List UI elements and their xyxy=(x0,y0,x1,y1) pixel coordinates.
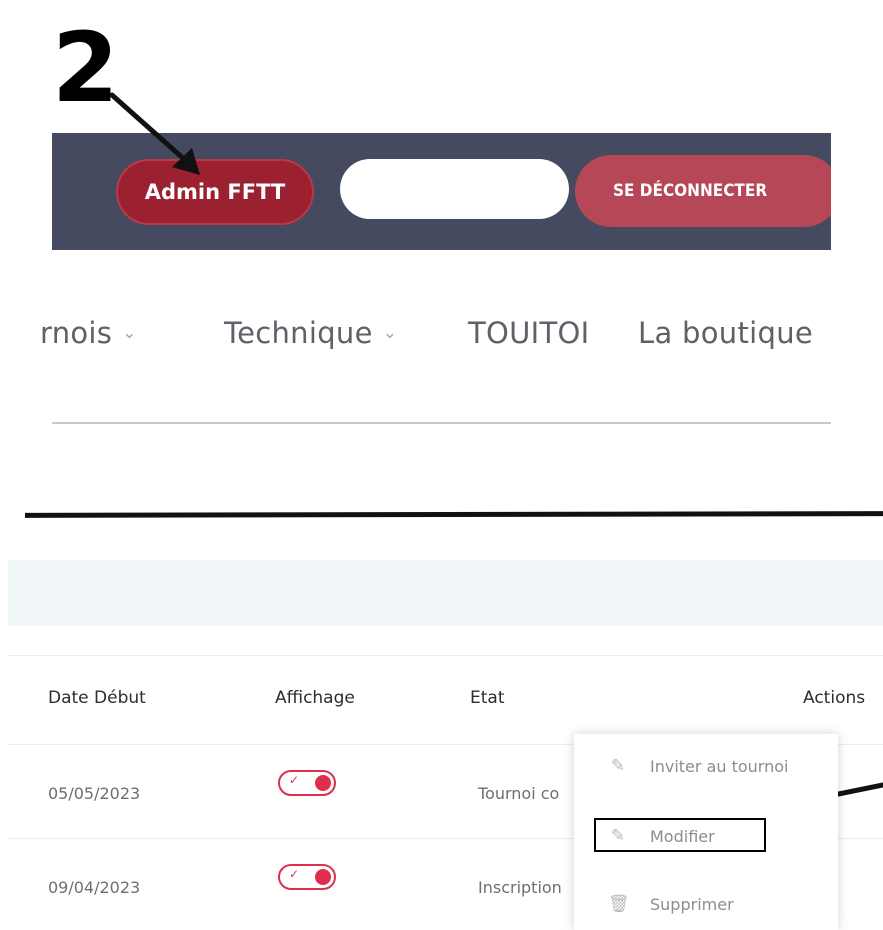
display-toggle[interactable]: ✓ xyxy=(278,864,336,890)
nav-item-label: Technique xyxy=(224,316,373,350)
toggle-knob xyxy=(315,775,331,791)
pencil-icon: ✎ xyxy=(610,756,626,776)
menu-item-label: Supprimer xyxy=(650,894,734,914)
menu-item-invite[interactable]: ✎ Inviter au tournoi xyxy=(574,746,838,786)
crop-mask xyxy=(831,140,883,240)
cell-date: 05/05/2023 xyxy=(48,784,141,803)
section-divider xyxy=(24,511,883,518)
column-header-actions: Actions xyxy=(803,688,866,708)
table-top-border xyxy=(8,655,883,656)
check-icon: ✓ xyxy=(289,867,300,881)
nav-item-label: rnois xyxy=(40,316,113,350)
check-icon: ✓ xyxy=(289,773,300,787)
table-toolbar-band xyxy=(8,560,883,626)
trash-icon: 🗑 xyxy=(608,894,630,914)
main-nav: rnois ⌄ Technique ⌄ TOUITOI La boutique xyxy=(0,316,883,360)
cell-state: Tournoi co xyxy=(478,784,560,803)
annotation-highlight-box xyxy=(594,818,766,852)
column-header-display[interactable]: Affichage xyxy=(275,688,355,708)
toggle-knob xyxy=(315,869,331,885)
menu-item-delete[interactable]: 🗑 Supprimer xyxy=(574,884,838,924)
column-header-date[interactable]: Date Début xyxy=(48,688,146,708)
nav-item-touitoi[interactable]: TOUITOI xyxy=(468,316,590,350)
step-number: 2 xyxy=(52,12,119,124)
nav-underline xyxy=(52,422,831,424)
logout-button[interactable]: SE DÉCONNECTER xyxy=(575,155,840,227)
nav-item-label: La boutique xyxy=(638,316,814,350)
chevron-down-icon: ⌄ xyxy=(382,323,398,343)
column-header-state[interactable]: Etat xyxy=(470,688,505,708)
admin-button[interactable]: Admin FFTT xyxy=(116,159,314,225)
nav-item-technique[interactable]: Technique ⌄ xyxy=(224,316,397,350)
menu-item-label: Inviter au tournoi xyxy=(650,756,789,776)
cell-date: 09/04/2023 xyxy=(48,878,141,897)
nav-item-tournois[interactable]: rnois ⌄ xyxy=(40,316,137,350)
nav-item-boutique[interactable]: La boutique xyxy=(638,316,813,350)
display-toggle[interactable]: ✓ xyxy=(278,770,336,796)
cell-state: Inscription xyxy=(478,878,562,897)
blank-pill-field[interactable] xyxy=(340,159,569,219)
chevron-down-icon: ⌄ xyxy=(122,323,137,343)
nav-item-label: TOUITOI xyxy=(468,316,590,350)
